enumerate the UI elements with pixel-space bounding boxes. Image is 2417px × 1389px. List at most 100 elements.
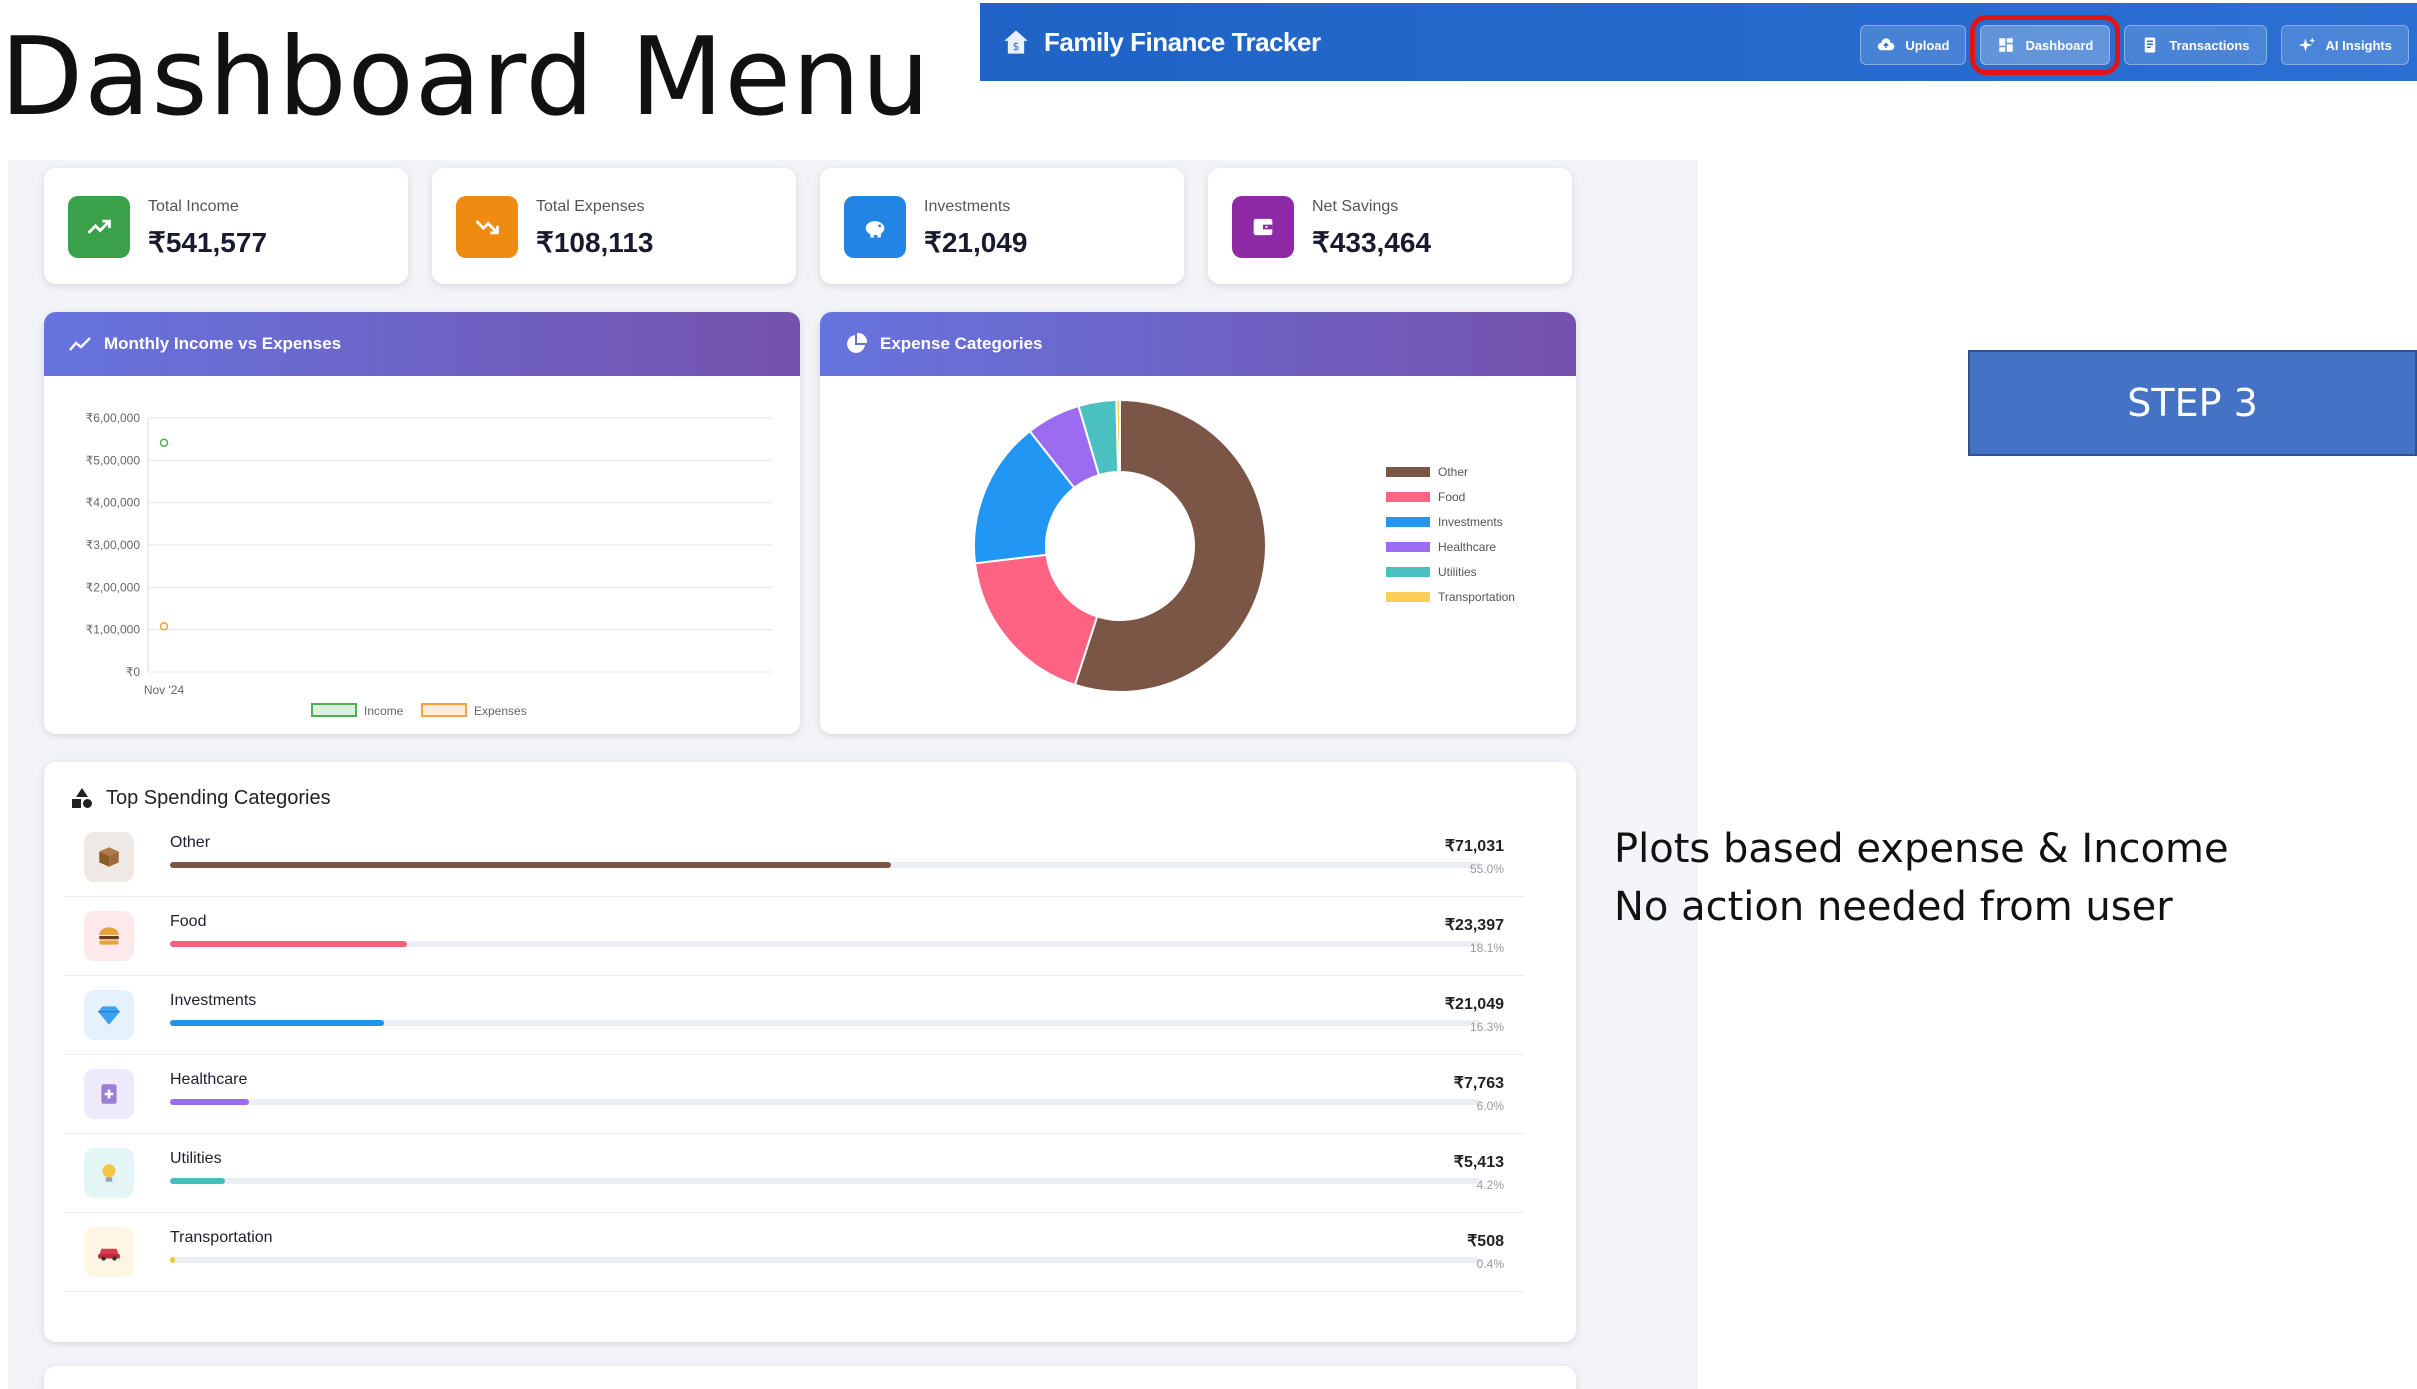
progress-track xyxy=(170,1099,1480,1105)
next-panel xyxy=(44,1366,1576,1389)
y-tick-label: ₹5,00,000 xyxy=(86,453,141,467)
stat-value: ₹433,464 xyxy=(1312,227,1432,258)
receipt-icon xyxy=(2145,37,2156,53)
category-amount: ₹23,397 xyxy=(1444,917,1504,934)
nav-ai-insights-button[interactable]: AI Insights xyxy=(2280,25,2409,65)
category-name: Transportation xyxy=(170,1229,273,1246)
top-spending-header: Top Spending Categories xyxy=(70,786,331,810)
category-name: Utilities xyxy=(170,1150,222,1167)
y-tick-label: ₹1,00,000 xyxy=(86,623,141,637)
stat-icon-box xyxy=(1232,196,1294,258)
category-icon-box xyxy=(84,911,134,961)
stat-label: Net Savings xyxy=(1312,198,1399,215)
nav-transactions-label: Transactions xyxy=(2169,37,2250,53)
stat-icon-box xyxy=(456,196,518,258)
category-amount: ₹71,031 xyxy=(1444,838,1504,855)
y-tick-label: ₹4,00,000 xyxy=(86,496,141,510)
category-name: Food xyxy=(170,913,207,930)
y-tick-label: ₹0 xyxy=(126,665,141,679)
category-name: Healthcare xyxy=(170,1071,248,1088)
progress-track xyxy=(170,1178,1480,1184)
legend-swatch xyxy=(1386,542,1430,552)
pie-chart-title: Expense Categories xyxy=(880,334,1043,353)
stat-icon-box xyxy=(844,196,906,258)
category-icon-box xyxy=(84,1069,134,1119)
line-chart-panel: Monthly Income vs Expenses ₹0 ₹1,00,000 ₹2… xyxy=(44,312,800,734)
nav-upload-label: Upload xyxy=(1905,37,1950,53)
stat-value: ₹21,049 xyxy=(924,227,1028,258)
trend-up-icon xyxy=(87,219,111,234)
y-tick-label: ₹3,00,000 xyxy=(86,538,141,552)
line-chart: ₹0 ₹1,00,000 ₹2,00,000 ₹3,00,000 ₹4,00,000 ₹5… xyxy=(86,411,772,718)
sparkle-icon xyxy=(2298,37,2315,52)
line-chart-header: Monthly Income vs Expenses xyxy=(44,312,800,376)
category-icon-box xyxy=(84,832,134,882)
legend-swatch xyxy=(1386,517,1430,527)
nav-transactions-button[interactable]: Transactions xyxy=(2124,25,2267,65)
category-percent: 4.2% xyxy=(1476,1178,1504,1192)
progress-fill xyxy=(170,1099,249,1105)
chart-line-icon xyxy=(69,337,91,351)
category-icon-box xyxy=(84,1148,134,1198)
pie-chart-header: Expense Categories xyxy=(820,312,1576,376)
progress-track xyxy=(170,1257,1480,1263)
medical-icon xyxy=(101,1084,117,1104)
legend-swatch xyxy=(1386,467,1430,477)
app-navbar: $ Family Finance Tracker Upload Dashboar… xyxy=(980,3,2417,81)
nav-buttons: Upload Dashboard Transactions AI Insight… xyxy=(1860,15,2409,75)
diamond-icon xyxy=(98,1006,120,1025)
legend-swatch xyxy=(1386,592,1430,602)
stat-card-total-expenses: Total Expenses ₹108,113 xyxy=(432,168,796,284)
trend-down-icon xyxy=(475,220,499,235)
legend-label: Other xyxy=(1438,465,1468,479)
progress-track xyxy=(170,862,1480,868)
pie-chart-icon xyxy=(847,332,868,353)
legend-label: Healthcare xyxy=(1438,540,1496,554)
donut-slice-transportation xyxy=(1115,398,1121,474)
progress-fill xyxy=(170,1178,226,1184)
spending-row-transportation: Transportation ₹508 0.4% xyxy=(64,1213,1524,1292)
progress-fill xyxy=(170,1020,384,1026)
category-amount: ₹7,763 xyxy=(1453,1075,1504,1092)
legend-label: Investments xyxy=(1438,515,1503,529)
spending-row-healthcare: Healthcare ₹7,763 6.0% xyxy=(64,1055,1524,1134)
pie-chart-panel: Expense Categories Other Food Investments H… xyxy=(820,312,1576,734)
x-tick-label: Nov '24 xyxy=(144,683,185,697)
shapes-icon xyxy=(72,788,92,808)
category-amount: ₹5,413 xyxy=(1453,1154,1504,1171)
line-chart-title: Monthly Income vs Expenses xyxy=(104,334,342,353)
spending-row-investments: Investments ₹21,049 16.3% xyxy=(64,976,1524,1055)
legend-swatch xyxy=(1386,492,1430,502)
progress-track xyxy=(170,941,1480,947)
category-icon-box xyxy=(84,990,134,1040)
stat-value: ₹108,113 xyxy=(536,227,654,258)
spending-row-food: Food ₹23,397 18.1% xyxy=(64,897,1524,976)
category-name: Other xyxy=(170,834,211,851)
stat-card-total-income: Total Income ₹541,577 xyxy=(44,168,408,284)
stat-card-investments: Investments ₹21,049 xyxy=(820,168,1184,284)
nav-dashboard-button[interactable]: Dashboard xyxy=(1970,15,2121,75)
legend-label: Transportation xyxy=(1438,590,1515,604)
legend-label: Income xyxy=(364,704,404,718)
svg-text:$: $ xyxy=(1013,41,1020,53)
category-percent: 0.4% xyxy=(1476,1257,1504,1271)
piggy-bank-icon xyxy=(865,221,885,238)
dashboard-grid-icon xyxy=(1999,38,2014,52)
progress-track xyxy=(170,1020,1480,1026)
y-tick-label: ₹6,00,000 xyxy=(86,411,141,425)
data-point-expenses xyxy=(159,621,169,631)
note-line-2: No action needed from user xyxy=(1614,884,2173,930)
data-point-income xyxy=(159,438,169,447)
legend-swatch xyxy=(1386,567,1430,577)
nav-upload-button[interactable]: Upload xyxy=(1860,25,1967,65)
note-line-1: Plots based expense & Income xyxy=(1614,826,2229,872)
category-amount: ₹21,049 xyxy=(1444,996,1504,1013)
top-spending-title: Top Spending Categories xyxy=(106,786,331,809)
spending-row-utilities: Utilities ₹5,413 4.2% xyxy=(64,1134,1524,1213)
stat-icon-box xyxy=(68,196,130,258)
top-spending-panel: Top Spending Categories Other ₹71,031 55.0… xyxy=(44,762,1576,1342)
progress-fill xyxy=(170,862,891,868)
donut-slice-food xyxy=(973,553,1099,687)
legend-label: Expenses xyxy=(474,704,527,718)
stat-card-net-savings: Net Savings ₹433,464 xyxy=(1208,168,1572,284)
